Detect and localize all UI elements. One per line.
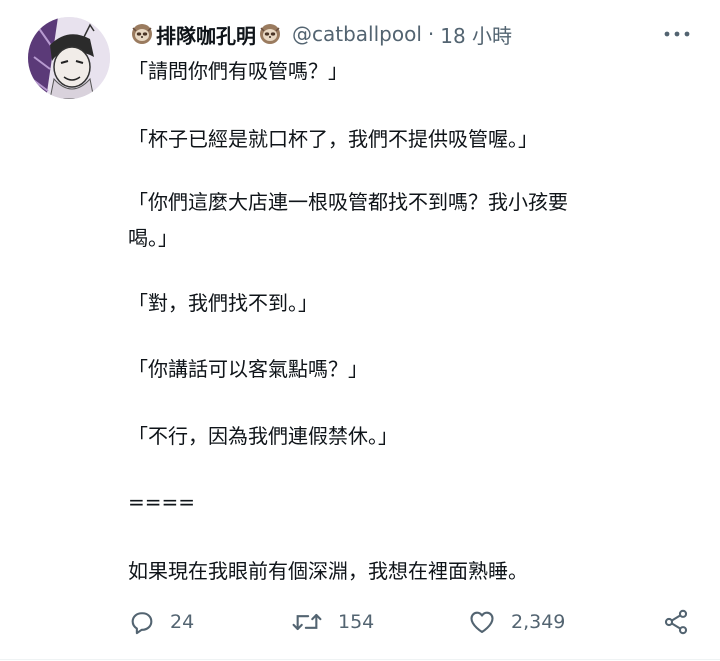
sloth-emoji-icon (132, 24, 152, 44)
share-button[interactable] (662, 600, 690, 644)
reply-count: 24 (170, 611, 195, 633)
more-dots-icon (664, 31, 690, 37)
like-button[interactable]: 2,349 (467, 600, 565, 644)
author-name[interactable]: 排隊咖孔明 (156, 20, 256, 49)
heart-icon (470, 611, 494, 633)
sloth-emoji-icon (260, 24, 280, 44)
reply-button[interactable]: 24 (128, 600, 194, 644)
tweet-line: ==== (128, 490, 196, 514)
reply-icon (131, 612, 153, 635)
tweet-line: 「對，我們找不到。」 (128, 291, 318, 315)
more-options-button[interactable] (662, 22, 692, 46)
divider (0, 659, 720, 660)
tweet-line: 「你講話可以客氣點嗎？」 (128, 357, 368, 381)
tweet-actions: 24 154 2,349 (0, 600, 720, 644)
avatar-image (28, 17, 110, 99)
author-name-group[interactable]: 排隊咖孔明 (128, 20, 284, 49)
tweet-line: 「杯子已經是就口杯了，我們不提供吸管喔。」 (128, 127, 538, 151)
retweet-button[interactable]: 154 (290, 600, 374, 644)
avatar[interactable] (28, 17, 110, 99)
tweet: 排隊咖孔明 @catballpool · 18 小時 「請問你們有吸管嗎？」 「… (0, 0, 720, 661)
retweet-count: 154 (338, 611, 375, 633)
tweet-header: 排隊咖孔明 @catballpool · 18 小時 (128, 18, 512, 50)
tweet-timestamp[interactable]: 18 小時 (440, 20, 512, 49)
tweet-line: 「你們這麼大店連一根吸管都找不到嗎？我小孩要 (128, 190, 568, 214)
share-icon (664, 609, 688, 635)
tweet-line: 如果現在我眼前有個深淵，我想在裡面熟睡。 (128, 559, 528, 583)
retweet-icon (292, 613, 322, 631)
like-count: 2,349 (511, 611, 566, 633)
tweet-line: 「請問你們有吸管嗎？」 (128, 59, 348, 83)
separator-dot: · (427, 22, 435, 46)
tweet-line: 喝。」 (128, 226, 178, 250)
author-handle[interactable]: @catballpool (292, 22, 422, 46)
tweet-line: 「不行，因為我們連假禁休。」 (128, 424, 398, 448)
